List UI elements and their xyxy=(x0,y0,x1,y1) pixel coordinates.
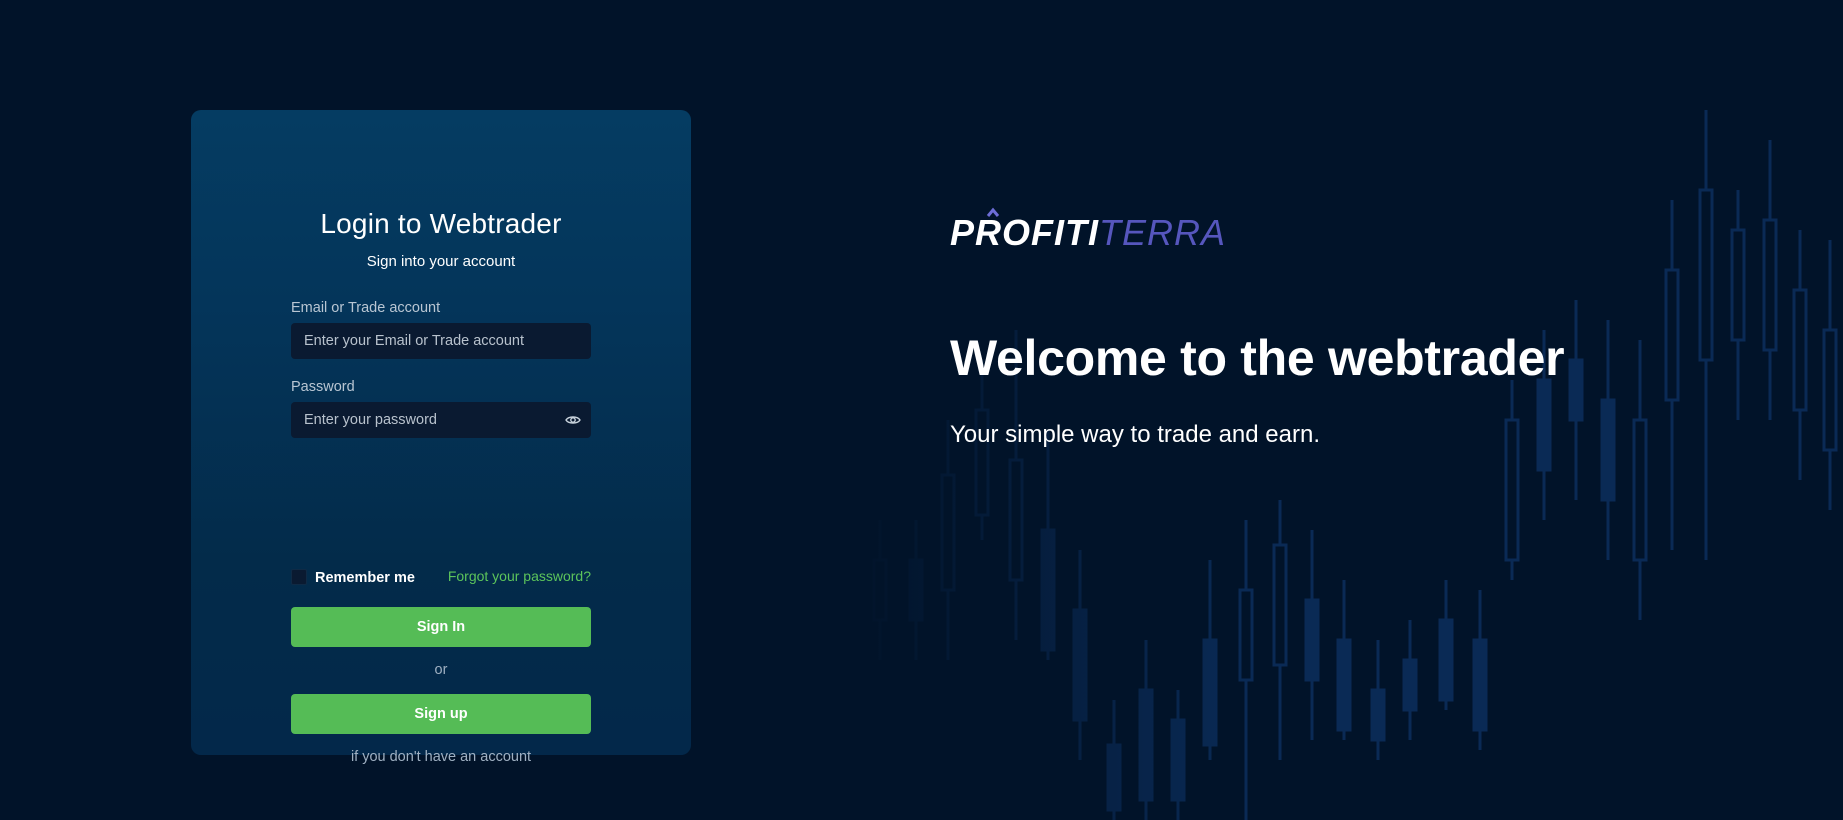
login-title: Login to Webtrader xyxy=(320,208,562,239)
candle-body xyxy=(872,558,888,622)
welcome-subtitle: Your simple way to trade and earn. xyxy=(950,421,1320,448)
candle-body xyxy=(1106,743,1122,812)
login-page: Login to Webtrader Sign into your accoun… xyxy=(0,0,1843,820)
welcome-title: Welcome to the webtrader xyxy=(950,330,1565,386)
candle-body xyxy=(1536,378,1552,472)
candle-body xyxy=(1336,638,1352,732)
no-account-note: if you don't have an account xyxy=(350,749,532,765)
logo-text-part1: PROFITI xyxy=(950,212,1099,253)
candle-body xyxy=(1664,268,1680,402)
candle-body xyxy=(1138,688,1154,802)
or-divider: or xyxy=(434,662,448,678)
candle-body xyxy=(1202,638,1218,747)
remember-row: Remember me Forgot your password? xyxy=(291,568,591,589)
candle-body xyxy=(1304,598,1320,682)
remember-label[interactable]: Remember me xyxy=(315,570,415,586)
eye-icon[interactable] xyxy=(565,412,581,428)
forgot-password-link[interactable]: Forgot your password? xyxy=(448,568,591,584)
candle-body xyxy=(1008,458,1024,582)
password-input[interactable] xyxy=(291,402,551,438)
candle-body xyxy=(1504,418,1520,562)
candle-body xyxy=(1568,358,1584,422)
logo-text-part2: TERRA xyxy=(1099,212,1227,253)
sign-in-button[interactable]: Sign In xyxy=(291,607,591,647)
candle-body xyxy=(940,473,956,592)
candle-body xyxy=(1792,288,1808,412)
candle-body xyxy=(1730,228,1746,342)
candle-body xyxy=(908,558,924,622)
candle-body xyxy=(1698,188,1714,362)
login-subtitle: Sign into your account xyxy=(366,253,516,270)
candle-body xyxy=(1272,543,1288,667)
candle-body xyxy=(1238,588,1254,682)
email-input[interactable] xyxy=(291,323,551,359)
email-input-box xyxy=(291,323,591,359)
candle-body xyxy=(1170,718,1186,802)
candle-body xyxy=(1600,398,1616,502)
candle-body xyxy=(1472,638,1488,732)
candle-body xyxy=(1438,618,1454,702)
password-label: Password xyxy=(291,379,355,395)
sign-up-button[interactable]: Sign up xyxy=(291,694,591,734)
candle-body xyxy=(1822,328,1838,452)
candle-body xyxy=(1402,658,1418,712)
arrow-up-chevron-icon xyxy=(986,207,1000,217)
candle-body xyxy=(1072,608,1088,722)
remember-checkbox[interactable] xyxy=(291,569,307,585)
email-label: Email or Trade account xyxy=(291,300,441,316)
candle-body xyxy=(1632,418,1648,562)
candle-body xyxy=(1370,688,1386,742)
background-fade-overlay xyxy=(850,0,1843,820)
candle-body xyxy=(1040,528,1056,652)
login-card: Login to Webtrader Sign into your accoun… xyxy=(191,110,691,765)
brand-logo: PROFITITERRA xyxy=(950,207,1227,253)
password-input-box xyxy=(291,402,591,438)
candle-body xyxy=(1762,218,1778,352)
